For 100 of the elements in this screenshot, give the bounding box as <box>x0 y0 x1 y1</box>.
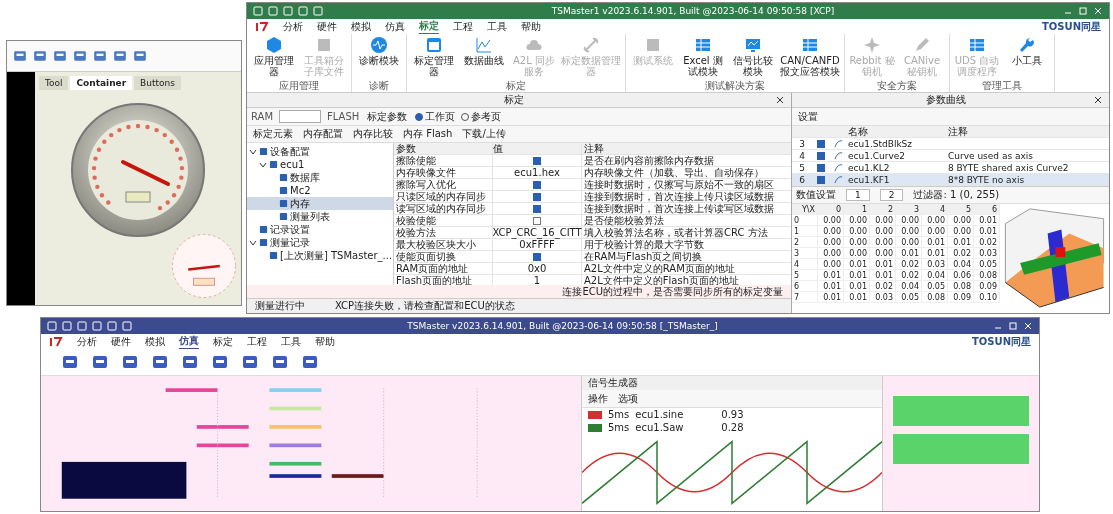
table-cell[interactable]: 0.04 <box>922 270 948 281</box>
panel-tab[interactable]: Tool <box>39 76 69 90</box>
panel-tab[interactable]: Container <box>70 76 133 90</box>
toolbar-button[interactable]: 内存比较 <box>351 127 395 141</box>
toolbar-tool-icon[interactable] <box>33 49 47 63</box>
table-cell[interactable]: 0.05 <box>974 259 1000 270</box>
table-cell[interactable]: 0.00 <box>948 215 974 226</box>
checkbox[interactable] <box>533 204 541 213</box>
table-cell[interactable]: 0.00 <box>922 215 948 226</box>
table-cell[interactable]: 0.01 <box>974 226 1000 237</box>
table-cell[interactable]: 0.09 <box>974 281 1000 292</box>
ribbon-tool-icon[interactable] <box>271 353 289 371</box>
ribbon-tool-icon[interactable] <box>91 353 109 371</box>
table-cell[interactable]: 0.09 <box>948 292 974 303</box>
table-cell[interactable]: 0.10 <box>974 292 1000 303</box>
menu-tab[interactable]: 模拟 <box>351 19 371 34</box>
close-icon[interactable] <box>1093 95 1103 105</box>
menu-tab[interactable]: 工程 <box>453 19 473 34</box>
tree-item[interactable]: [上次测量] TSMaster_... <box>247 249 393 262</box>
tree-item[interactable]: 内存 <box>247 197 393 210</box>
settings-button[interactable]: 设置 <box>796 109 820 124</box>
menu-tab[interactable]: 模拟 <box>145 334 165 349</box>
input-field[interactable] <box>279 110 321 123</box>
table-cell[interactable]: 0.00 <box>818 248 844 259</box>
table-cell[interactable]: 0.00 <box>896 237 922 248</box>
table-cell[interactable]: 0.01 <box>974 215 1000 226</box>
table-cell[interactable]: 0.00 <box>844 226 870 237</box>
tree-item[interactable]: Mc2 <box>247 184 393 197</box>
table-cell[interactable]: 0.01 <box>818 292 844 303</box>
table-cell[interactable]: 0.00 <box>948 226 974 237</box>
menu-tab[interactable]: 工具 <box>487 19 507 34</box>
table-cell[interactable]: 0.00 <box>870 226 896 237</box>
tree-item[interactable]: ecu1 <box>247 158 393 171</box>
toolbar-tool-icon[interactable] <box>13 49 27 63</box>
table-cell[interactable]: 0.00 <box>844 237 870 248</box>
table-cell[interactable]: 0.00 <box>818 215 844 226</box>
table-cell[interactable]: 0.01 <box>870 259 896 270</box>
table-cell[interactable]: 0.03 <box>870 292 896 303</box>
ribbon-button[interactable]: CAN/CANFD 报文应答模块 <box>778 34 842 80</box>
toolbar-button[interactable]: 内存 Flash <box>401 127 455 141</box>
radio-option[interactable]: 参考页 <box>461 109 502 124</box>
ribbon-tool-icon[interactable] <box>121 353 139 371</box>
table-cell[interactable]: 0.05 <box>922 281 948 292</box>
ribbon-button[interactable]: 应用管理器 <box>249 34 299 80</box>
table-cell[interactable]: 0.02 <box>870 281 896 292</box>
menu-tab[interactable]: 帮助 <box>521 19 541 34</box>
table-cell[interactable]: 0.02 <box>896 259 922 270</box>
dropdown-button[interactable]: 标定参数 <box>365 109 410 124</box>
menu-tab[interactable]: 工具 <box>281 334 301 349</box>
table-cell[interactable]: 0.00 <box>818 237 844 248</box>
table-cell[interactable]: 0.08 <box>922 292 948 303</box>
ribbon-button[interactable]: 标定管理器 <box>409 34 459 80</box>
ribbon-tool-icon[interactable] <box>181 353 199 371</box>
table-cell[interactable]: 0.01 <box>818 270 844 281</box>
table-cell[interactable]: 0.01 <box>948 237 974 248</box>
table-cell[interactable]: 0.02 <box>974 237 1000 248</box>
table-row[interactable]: 3 ecu1.StdBlkSz <box>792 138 1109 150</box>
checkbox[interactable] <box>533 216 541 225</box>
table-cell[interactable]: 0.00 <box>818 259 844 270</box>
table-cell[interactable]: 0.01 <box>922 237 948 248</box>
table-cell[interactable]: 0.01 <box>922 248 948 259</box>
tree-item[interactable]: 设备配置 <box>247 145 393 158</box>
table-cell[interactable]: 0.03 <box>922 259 948 270</box>
table-cell[interactable]: 0.04 <box>948 259 974 270</box>
ribbon-button[interactable]: 小工具 <box>1002 34 1052 80</box>
tree-item[interactable]: 数据库 <box>247 171 393 184</box>
table-cell[interactable]: 0.01 <box>844 281 870 292</box>
ribbon-tool-icon[interactable] <box>61 353 79 371</box>
ribbon-button[interactable]: 信号比较模块 <box>728 34 778 80</box>
toolbar-button[interactable]: 内存配置 <box>301 127 345 141</box>
toolbar-tool-icon[interactable] <box>73 49 87 63</box>
dropdown-button[interactable]: 操作 <box>586 391 610 406</box>
table-cell[interactable]: 0.00 <box>870 248 896 259</box>
table-cell[interactable]: 0.00 <box>844 248 870 259</box>
ribbon-tool-icon[interactable] <box>301 353 319 371</box>
checkbox[interactable] <box>533 156 541 165</box>
ribbon-tool-icon[interactable] <box>211 353 229 371</box>
table-row[interactable]: 6 ecu1.KF1 8*8 BYTE no axis <box>792 174 1109 186</box>
toolbar-button[interactable]: 下载/上传 <box>460 127 508 141</box>
menu-tab[interactable]: 硬件 <box>111 334 131 349</box>
table-cell[interactable]: 0.01 <box>818 281 844 292</box>
menu-tab[interactable]: 标定 <box>213 334 233 349</box>
step-field[interactable]: 1 <box>846 189 870 201</box>
radio-option[interactable]: 工作页 <box>415 109 456 124</box>
table-cell[interactable]: 0.05 <box>896 292 922 303</box>
toolbar-tool-icon[interactable] <box>133 49 147 63</box>
table-cell[interactable]: 0.04 <box>896 281 922 292</box>
checkbox[interactable] <box>533 180 541 189</box>
table-cell[interactable]: 0.01 <box>844 259 870 270</box>
table-cell[interactable]: 0.00 <box>818 226 844 237</box>
maximize-icon[interactable] <box>1078 6 1088 16</box>
table-cell[interactable]: 0.02 <box>896 270 922 281</box>
ribbon-button[interactable]: Excel 测试模块 <box>678 34 728 80</box>
table-cell[interactable]: 0.00 <box>896 226 922 237</box>
table-cell[interactable]: 0.00 <box>844 215 870 226</box>
menu-tab[interactable]: 硬件 <box>317 19 337 34</box>
checkbox[interactable] <box>817 139 825 148</box>
maximize-icon[interactable] <box>1008 321 1018 331</box>
table-cell[interactable]: 0.08 <box>974 270 1000 281</box>
table-cell[interactable]: 0.00 <box>870 215 896 226</box>
